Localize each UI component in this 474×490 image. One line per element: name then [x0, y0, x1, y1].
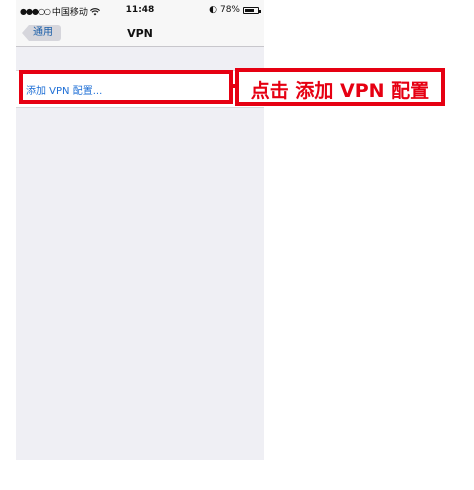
callout-text: 点击 添加 VPN 配置	[250, 80, 430, 102]
page-title: VPN	[127, 27, 153, 40]
status-bar: ●●●○○ 中国移动 11:48 ◐ 78%	[16, 0, 264, 20]
highlight-box	[19, 70, 233, 104]
status-right: ◐ 78%	[209, 5, 261, 15]
battery-percent: 78%	[219, 5, 240, 15]
phone-screen: ●●●○○ 中国移动 11:48 ◐ 78% 通用 VPN 添加 VPN 配置.…	[16, 0, 264, 460]
battery-icon	[243, 6, 261, 14]
rotation-lock-icon: ◐	[209, 5, 217, 15]
navigation-bar: 通用 VPN	[16, 20, 264, 47]
battery-fill	[245, 8, 254, 12]
annotation-callout: 点击 添加 VPN 配置	[235, 68, 445, 106]
